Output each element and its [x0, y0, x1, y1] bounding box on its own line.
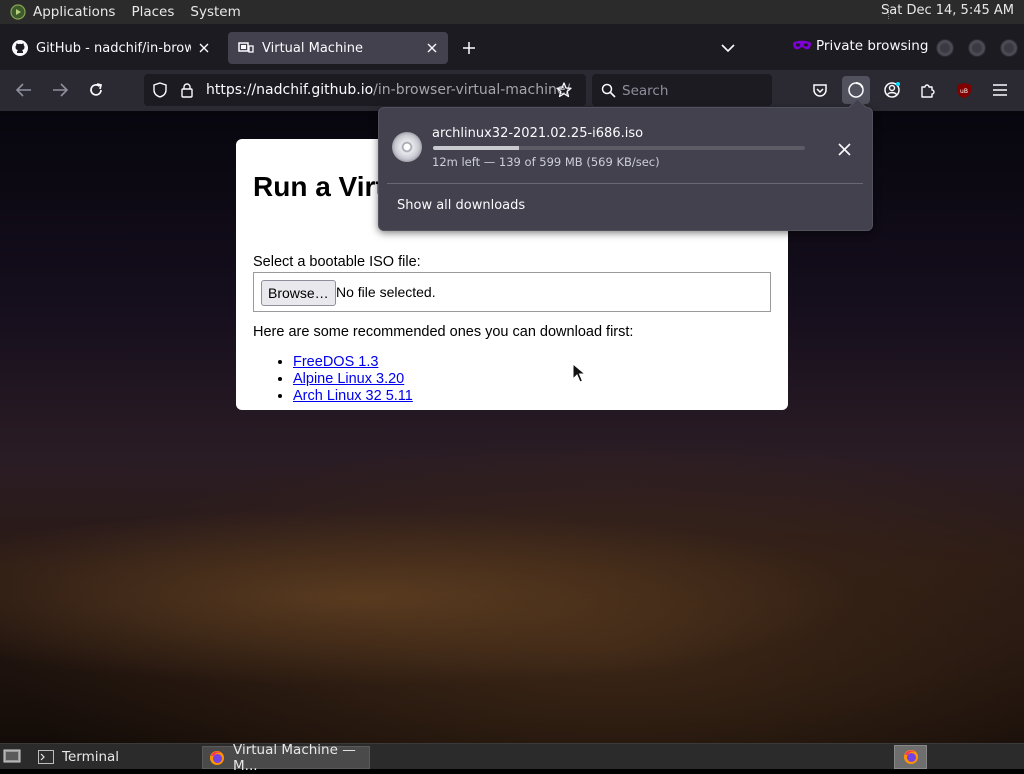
tab-title: GitHub - nadchif/in-browser-virtual-mach…	[36, 40, 191, 56]
pocket-button[interactable]	[806, 76, 834, 104]
show-all-downloads-button[interactable]: Show all downloads	[397, 198, 525, 213]
bookmark-star-icon[interactable]	[556, 82, 572, 98]
arch-linux-32-link[interactable]: Arch Linux 32 5.11	[293, 388, 413, 404]
plus-icon	[463, 42, 475, 54]
close-tab-icon[interactable]	[196, 40, 212, 56]
url-path: /in-browser-virtual-machine/	[373, 82, 571, 98]
alpine-linux-link[interactable]: Alpine Linux 3.20	[293, 371, 404, 387]
vm-favicon-icon	[238, 40, 254, 56]
minimize-window-button[interactable]	[936, 39, 954, 57]
system-menu[interactable]: System	[190, 4, 240, 20]
reload-button[interactable]	[82, 76, 110, 104]
extensions-button[interactable]	[914, 76, 942, 104]
divider	[387, 183, 863, 184]
recommended-iso-list: FreeDOS 1.3 Alpine Linux 3.20 Arch Linux…	[253, 354, 413, 405]
tab-strip: GitHub - nadchif/in-browser-virtual-mach…	[0, 24, 1024, 70]
taskbar-virtual-machine[interactable]: Virtual Machine — M...	[202, 742, 370, 774]
places-menu[interactable]: Places	[131, 4, 174, 20]
maximize-window-button[interactable]	[968, 39, 986, 57]
forward-button[interactable]	[46, 76, 74, 104]
browse-button[interactable]: Browse…	[261, 280, 336, 306]
tab-github[interactable]: GitHub - nadchif/in-browser-virtual-mach…	[2, 32, 220, 64]
show-desktop-icon	[3, 749, 21, 763]
lock-icon[interactable]	[179, 82, 195, 98]
account-button[interactable]	[878, 76, 906, 104]
search-input[interactable]	[620, 80, 764, 102]
hamburger-menu-icon	[993, 84, 1007, 96]
tracking-protection-icon[interactable]	[152, 82, 168, 98]
mate-logo-icon[interactable]	[9, 3, 27, 21]
download-filename[interactable]: archlinux32-2021.02.25-i686.iso	[432, 126, 643, 141]
search-icon	[600, 82, 616, 98]
iso-label: Select a bootable ISO file:	[253, 254, 421, 270]
list-item: FreeDOS 1.3	[293, 354, 413, 371]
navigation-toolbar: https://nadchif.github.io/in-browser-vir…	[0, 70, 1024, 111]
puzzle-icon	[921, 84, 935, 98]
new-tab-button[interactable]	[458, 38, 480, 58]
list-item: Alpine Linux 3.20	[293, 371, 413, 388]
ublock-origin-button[interactable]: uB	[950, 76, 978, 104]
bottom-panel: Terminal Virtual Machine — M...	[0, 742, 1024, 774]
applications-menu[interactable]: Applications	[33, 4, 115, 20]
system-panel: Applications Places System Sat Dec 14, 5…	[0, 0, 1024, 24]
workspace-switcher[interactable]	[894, 745, 927, 769]
app-menu-button[interactable]	[986, 76, 1014, 104]
clock[interactable]: Sat Dec 14, 5:45 AM	[881, 3, 1014, 18]
pocket-icon	[813, 83, 827, 97]
private-browsing-label: Private browsing	[816, 38, 929, 54]
url-text: https://nadchif.github.io/in-browser-vir…	[206, 82, 570, 98]
download-status: 12m left — 139 of 599 MB (569 KB/sec)	[432, 155, 660, 169]
reload-icon	[90, 83, 103, 96]
show-desktop-button[interactable]	[3, 747, 21, 765]
close-window-button[interactable]	[1000, 39, 1018, 57]
tab-virtual-machine[interactable]: Virtual Machine	[228, 32, 448, 64]
chevron-down-icon	[721, 44, 735, 52]
terminal-icon	[38, 749, 54, 765]
close-tab-icon[interactable]	[424, 40, 440, 56]
arrow-right-icon	[53, 83, 68, 97]
taskbar-item-label: Terminal	[62, 748, 120, 765]
close-icon	[837, 142, 851, 156]
back-button[interactable]	[10, 76, 38, 104]
download-progress-bar	[433, 146, 805, 150]
tab-title: Virtual Machine	[262, 40, 364, 56]
no-file-text: No file selected.	[336, 284, 436, 300]
cancel-download-button[interactable]	[832, 137, 856, 161]
mouse-cursor-icon	[572, 363, 586, 383]
search-bar[interactable]	[592, 74, 772, 106]
list-item: Arch Linux 32 5.11	[293, 388, 413, 405]
github-icon	[12, 40, 28, 56]
address-bar[interactable]: https://nadchif.github.io/in-browser-vir…	[144, 74, 586, 106]
firefox-icon	[903, 750, 918, 764]
recommendation-text: Here are some recommended ones you can d…	[253, 324, 634, 340]
download-progress-icon	[848, 82, 864, 98]
downloads-panel: archlinux32-2021.02.25-i686.iso 12m left…	[378, 107, 873, 231]
taskbar-terminal[interactable]: Terminal	[32, 746, 192, 767]
svg-text:uB: uB	[960, 88, 968, 95]
download-progress-fill	[433, 146, 520, 150]
taskbar-item-label: Virtual Machine — M...	[233, 741, 356, 774]
iso-file-input[interactable]: Browse… No file selected.	[253, 272, 771, 312]
private-browsing-indicator: Private browsing	[792, 38, 928, 54]
freedos-link[interactable]: FreeDOS 1.3	[293, 354, 378, 370]
list-all-tabs-button[interactable]	[716, 38, 740, 58]
account-icon	[884, 82, 900, 98]
url-host: https://nadchif.github.io	[206, 82, 374, 98]
ublock-icon: uB	[957, 82, 971, 98]
private-mask-icon	[793, 40, 811, 50]
disc-image-icon	[392, 132, 422, 162]
arrow-left-icon	[16, 83, 31, 97]
firefox-icon	[209, 750, 225, 766]
